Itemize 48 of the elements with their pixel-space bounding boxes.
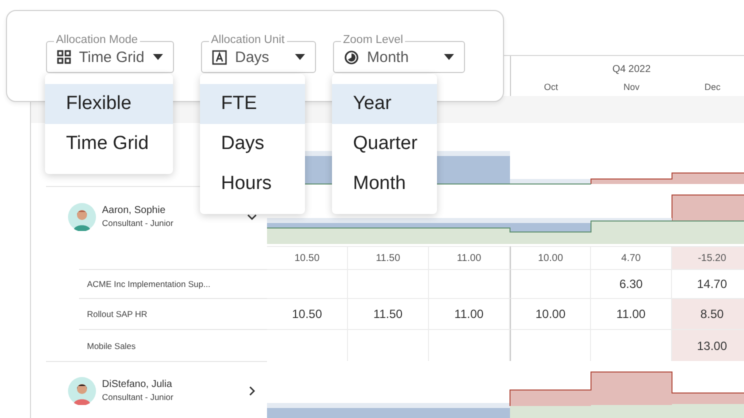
value-cell: 10.50 (267, 246, 348, 269)
menu-item[interactable]: FTE (200, 84, 305, 124)
avatar-icon (68, 202, 96, 230)
value-cell: 10.00 (510, 246, 591, 269)
menu-item[interactable]: Time Grid (45, 124, 173, 164)
value-cell: 8.50 (672, 298, 744, 329)
resource-name: Aaron, Sophie (102, 205, 166, 216)
caret-icon (153, 54, 163, 60)
available-bar (672, 404, 744, 418)
value-cell: 4.70 (591, 246, 672, 269)
project-name: ACME Inc Implementation Sup... (87, 279, 210, 289)
chevron-icon[interactable] (247, 212, 257, 222)
menu-item[interactable]: Year (332, 84, 437, 124)
letter-a-icon (212, 50, 227, 64)
value-cell: -15.20 (672, 246, 744, 269)
project-name: Rollout SAP HR (87, 309, 148, 319)
grid-icon (57, 50, 71, 64)
available-bar (672, 221, 744, 244)
clock-pie-icon (344, 50, 359, 64)
value-cell: 11.00 (429, 246, 510, 269)
project-name: Mobile Sales (87, 340, 136, 350)
value-cell: 13.00 (672, 329, 744, 361)
chevron-icon[interactable] (247, 386, 257, 396)
caret-icon (444, 54, 454, 60)
resource-name: DiStefano, Julia (102, 379, 174, 390)
quarter-label: Q4 2022 (611, 64, 652, 75)
resource-role: Consultant - Junior (102, 392, 174, 402)
resource-role: Consultant - Junior (102, 218, 174, 228)
menu-item[interactable]: Month (332, 164, 437, 204)
month-label: Oct (544, 82, 558, 92)
value-cell: 6.30 (591, 269, 672, 298)
value-cell: 11.00 (429, 298, 510, 329)
menu-item[interactable]: Days (200, 124, 305, 164)
select-value: Days (235, 48, 270, 66)
menu-item[interactable]: Quarter (332, 124, 437, 164)
caret-icon (295, 54, 305, 60)
value-cell: 11.50 (348, 246, 429, 269)
month-label: Nov (623, 82, 640, 92)
month-label: Dec (704, 82, 720, 92)
value-cell: 10.00 (510, 298, 591, 329)
menu-item[interactable]: Flexible (45, 84, 173, 124)
value-cell: 11.50 (348, 298, 429, 329)
value-cell: 10.50 (267, 298, 348, 329)
value-cell: 11.00 (591, 298, 672, 329)
select-value: Time Grid (79, 48, 145, 66)
avatar-icon (68, 376, 96, 404)
select-value: Month (367, 48, 410, 66)
menu-item[interactable]: Hours (200, 164, 305, 204)
